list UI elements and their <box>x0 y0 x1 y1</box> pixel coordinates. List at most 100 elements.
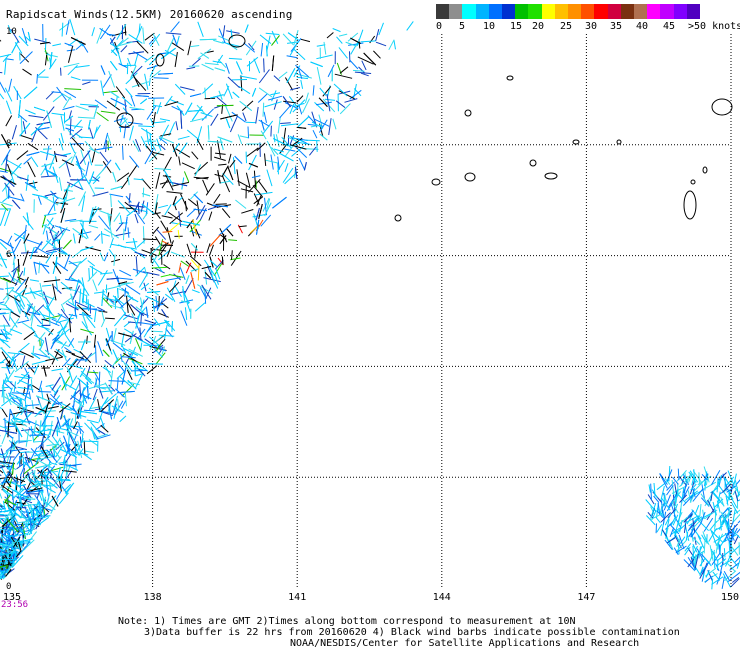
wind-barb <box>179 267 186 280</box>
wind-barb <box>698 472 700 485</box>
wind-barb <box>721 576 725 589</box>
wind-barb <box>82 81 91 85</box>
wind-barb <box>232 157 236 175</box>
wind-barb <box>257 93 268 103</box>
wind-barb <box>288 96 297 106</box>
wind-barb <box>159 124 170 141</box>
wind-barb <box>120 45 128 53</box>
wind-barb <box>245 40 257 56</box>
wind-barb <box>160 274 170 278</box>
wind-barb <box>44 470 59 474</box>
island-outline <box>431 178 441 186</box>
wind-barb <box>720 496 725 507</box>
wind-barb <box>154 236 161 245</box>
note-line-1: Note: 1) Times are GMT 2)Times along bot… <box>118 616 576 627</box>
wind-barb <box>244 24 249 33</box>
wind-barb <box>124 216 128 232</box>
wind-barb <box>118 277 133 280</box>
wind-barb <box>326 32 334 39</box>
wind-barb <box>190 45 200 48</box>
wind-barb <box>193 193 204 204</box>
wind-barb <box>12 199 21 210</box>
wind-barb <box>202 83 214 94</box>
wind-barb <box>296 95 304 103</box>
wind-barb <box>174 285 182 297</box>
wind-barb <box>251 175 261 178</box>
wind-barb <box>181 162 195 170</box>
wind-barb <box>118 332 132 338</box>
wind-barb <box>74 132 83 139</box>
wind-barb <box>729 520 735 530</box>
wind-barb <box>332 118 337 130</box>
pass-timestamp: 23:56 <box>1 600 29 610</box>
wind-barb <box>5 115 13 127</box>
wind-barb <box>70 176 85 188</box>
wind-barb <box>103 252 109 262</box>
wind-barb <box>155 172 161 189</box>
wind-barb <box>17 386 34 391</box>
island-outline <box>572 139 580 145</box>
wind-barb <box>98 387 104 399</box>
wind-map-canvas[interactable] <box>0 0 740 600</box>
wind-barb <box>316 140 318 152</box>
wind-barb <box>132 238 137 250</box>
wind-barb <box>99 390 114 393</box>
wind-barb <box>334 73 353 79</box>
wind-barb <box>650 483 652 501</box>
wind-barb <box>375 28 380 42</box>
latitude-tick-label: 0 <box>6 582 12 592</box>
wind-barb <box>0 39 2 42</box>
wind-barb <box>251 88 257 97</box>
wind-barb <box>286 55 298 59</box>
wind-barb <box>116 24 127 40</box>
wind-barb <box>140 98 148 105</box>
wind-barb <box>52 93 63 103</box>
wind-map[interactable]: 135 138 141 144 147 150 10 8 6 4 2 0 <box>0 0 740 603</box>
wind-barb <box>40 41 50 45</box>
wind-barb <box>303 162 307 171</box>
wind-barb <box>64 88 82 90</box>
wind-barb <box>310 61 323 68</box>
wind-barb <box>333 83 348 97</box>
wind-barb <box>98 215 111 230</box>
wind-barb <box>135 312 141 329</box>
wind-barb <box>0 554 3 556</box>
wind-barb <box>194 164 202 177</box>
wind-barb <box>221 208 231 219</box>
wind-barb <box>316 54 333 60</box>
wind-barb <box>109 237 114 249</box>
wind-barb <box>236 169 240 186</box>
wind-barb <box>225 62 230 74</box>
wind-barb <box>87 299 90 311</box>
wind-barb <box>36 324 50 330</box>
wind-barb <box>656 524 663 533</box>
wind-barb <box>5 287 14 290</box>
wind-barb <box>0 492 3 499</box>
wind-barb <box>120 178 130 189</box>
wind-barb <box>177 229 180 239</box>
wind-barb <box>58 492 69 505</box>
wind-barb <box>93 126 98 139</box>
wind-barb <box>162 175 172 178</box>
island-outline <box>544 172 558 180</box>
wind-barb <box>361 60 367 71</box>
wind-barb <box>94 310 97 323</box>
wind-barb <box>190 191 199 200</box>
wind-barb <box>15 483 24 492</box>
wind-barb <box>165 32 182 35</box>
wind-barb <box>37 391 52 393</box>
wind-barb <box>222 175 231 193</box>
wind-barb <box>37 196 42 205</box>
wind-barb <box>81 373 95 384</box>
wind-barb <box>80 339 86 351</box>
wind-barb <box>94 233 101 241</box>
wind-barb <box>59 427 69 431</box>
wind-barb <box>111 258 121 263</box>
wind-barb <box>239 135 249 139</box>
wind-barb <box>41 284 52 287</box>
wind-barb <box>10 311 21 318</box>
wind-barb <box>255 106 259 124</box>
wind-barb <box>197 21 204 37</box>
wind-barb <box>184 102 193 115</box>
wind-barb <box>8 78 13 92</box>
